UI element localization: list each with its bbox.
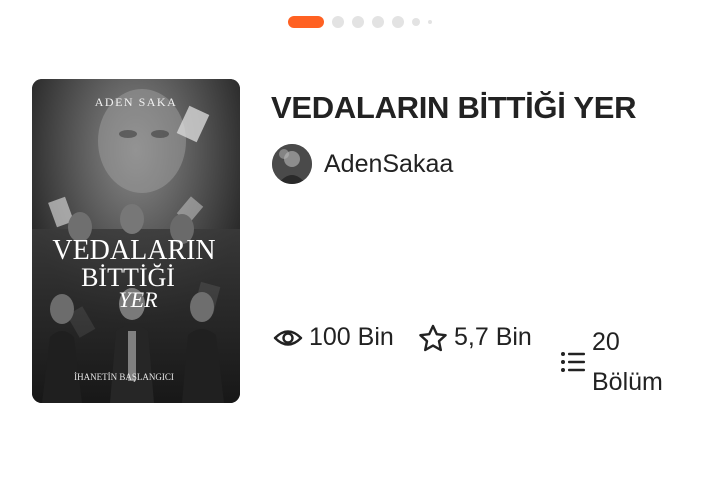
parts-count: 20 (592, 328, 620, 356)
book-cover[interactable]: ADEN SAKA VEDALARIN BİTTİĞİ YER İHANETİN… (32, 79, 240, 403)
eye-icon (273, 326, 303, 350)
author-name[interactable]: AdenSakaa (324, 150, 453, 179)
carousel-dot[interactable] (372, 16, 384, 28)
author[interactable]: AdenSakaa (272, 144, 453, 184)
cover-subtitle: İHANETİN BAŞLANGICI (74, 372, 174, 382)
cover-title-line3: YER (118, 287, 158, 312)
list-icon (560, 350, 586, 374)
story-card: ADEN SAKA VEDALARIN BİTTİĞİ YER İHANETİN… (0, 0, 719, 478)
book-title[interactable]: VEDALARIN BİTTİĞİ YER (271, 90, 636, 126)
views-count: 100 Bin (309, 323, 394, 351)
carousel-dot[interactable] (412, 18, 420, 26)
cover-author: ADEN SAKA (95, 95, 178, 109)
star-icon (418, 324, 448, 352)
votes-count: 5,7 Bin (454, 323, 532, 351)
carousel-dot[interactable] (428, 20, 432, 24)
votes-stat: 5,7 Bin (418, 323, 532, 352)
parts-stat: 20 Bölüm (560, 322, 672, 402)
parts-label: Bölüm (592, 368, 663, 396)
carousel-dot-active[interactable] (288, 16, 324, 28)
parts-info: 20 Bölüm (592, 322, 672, 402)
avatar[interactable] (272, 144, 312, 184)
cover-title-line1: VEDALARIN (52, 235, 215, 266)
views-stat: 100 Bin (273, 323, 394, 352)
carousel-dot[interactable] (352, 16, 364, 28)
carousel-indicator (288, 16, 432, 28)
carousel-dot[interactable] (332, 16, 344, 28)
carousel-dot[interactable] (392, 16, 404, 28)
